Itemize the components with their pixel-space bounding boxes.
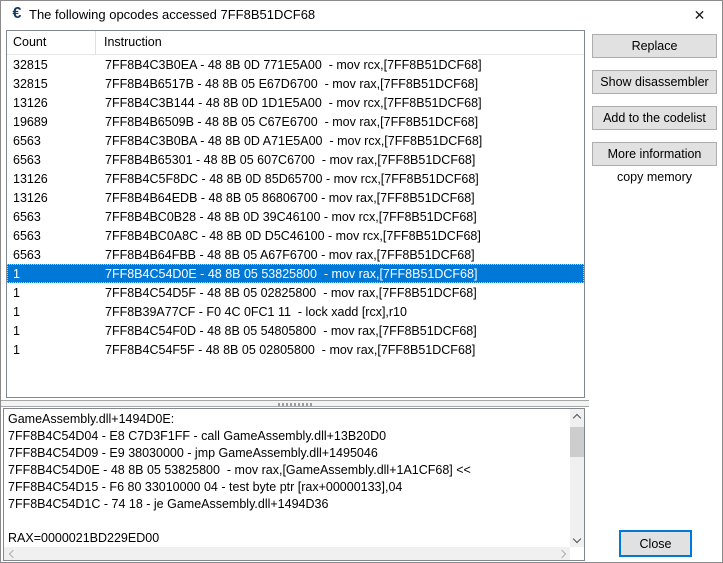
row-instruction: 7FF8B4C3B0EA - 48 8B 0D 771E5A00 - mov r… [96,58,482,72]
row-count: 13126 [7,172,96,186]
row-instruction: 7FF8B4C3B144 - 48 8B 0D 1D1E5A00 - mov r… [96,96,482,110]
table-row[interactable]: 17FF8B4C54F5F - 48 8B 05 02805800 - mov … [7,340,584,359]
scroll-right-button[interactable] [555,547,570,560]
titlebar: € The following opcodes accessed 7FF8B51… [1,1,722,29]
table-row[interactable]: 17FF8B4C54F0D - 48 8B 05 54805800 - mov … [7,321,584,340]
row-instruction: 7FF8B4B64EDB - 48 8B 05 86806700 - mov r… [96,191,475,205]
cheat-engine-icon: € [8,5,26,23]
scroll-left-button[interactable] [4,547,19,560]
scroll-up-button[interactable] [570,409,584,424]
window-title: The following opcodes accessed 7FF8B51DC… [29,7,315,22]
row-count: 32815 [7,77,96,91]
row-count: 1 [7,343,96,357]
scroll-down-button[interactable] [570,532,584,547]
row-count: 1 [7,305,96,319]
close-button[interactable]: Close [619,530,692,557]
row-instruction: 7FF8B4C54F0D - 48 8B 05 54805800 - mov r… [96,324,477,338]
close-icon: ✕ [694,7,706,24]
row-count: 6563 [7,229,96,243]
row-count: 1 [7,324,96,338]
row-count: 6563 [7,153,96,167]
disassembly-text: GameAssembly.dll+1494D0E:7FF8B4C54D04 - … [8,411,568,546]
table-row[interactable]: 65637FF8B4B65301 - 48 8B 05 607C6700 - m… [7,150,584,169]
column-header-instruction[interactable]: Instruction [96,31,162,54]
row-count: 19689 [7,115,96,129]
table-row[interactable]: 65637FF8B4BC0A8C - 48 8B 0D D5C46100 - m… [7,226,584,245]
disassembly-line: 7FF8B4C54D04 - E8 C7D3F1FF - call GameAs… [8,428,568,445]
row-instruction: 7FF8B4C54D0E - 48 8B 05 53825800 - mov r… [96,267,477,281]
table-row[interactable]: 328157FF8B4B6517B - 48 8B 05 E67D6700 - … [7,74,584,93]
row-count: 13126 [7,96,96,110]
row-instruction: 7FF8B4B64FBB - 48 8B 05 A67F6700 - mov r… [96,248,475,262]
table-row[interactable]: 196897FF8B4B6509B - 48 8B 05 C67E6700 - … [7,112,584,131]
table-row[interactable]: 17FF8B4C54D5F - 48 8B 05 02825800 - mov … [7,283,584,302]
row-count: 6563 [7,210,96,224]
splitter-grip-icon [278,403,312,406]
disassembly-line: 7FF8B4C54D09 - E9 38030000 - jmp GameAss… [8,445,568,462]
more-information-button[interactable]: More information [592,142,717,166]
table-row[interactable]: 131267FF8B4C3B144 - 48 8B 0D 1D1E5A00 - … [7,93,584,112]
row-count: 13126 [7,191,96,205]
row-instruction: 7FF8B4C5F8DC - 48 8B 0D 85D65700 - mov r… [96,172,479,186]
row-count: 6563 [7,134,96,148]
row-instruction: 7FF8B4C3B0BA - 48 8B 0D A71E5A00 - mov r… [96,134,482,148]
row-instruction: 7FF8B4BC0B28 - 48 8B 0D 39C46100 - mov r… [96,210,477,224]
row-instruction: 7FF8B4B6517B - 48 8B 05 E67D6700 - mov r… [96,77,478,91]
disassembly-line: 7FF8B4C54D0E - 48 8B 05 53825800 - mov r… [8,462,568,479]
table-row[interactable]: 65637FF8B4BC0B28 - 48 8B 0D 39C46100 - m… [7,207,584,226]
disassembly-line [8,513,568,530]
table-row[interactable]: 17FF8B39A77CF - F0 4C 0FC1 11 - lock xad… [7,302,584,321]
chevron-right-icon [557,549,565,557]
column-header-count[interactable]: Count [7,31,96,54]
close-window-button[interactable]: ✕ [677,1,722,29]
disassembly-horizontal-scrollbar[interactable] [4,547,570,560]
chevron-up-icon [573,414,581,422]
opcodes-accessed-dialog: € The following opcodes accessed 7FF8B51… [0,0,723,563]
table-row[interactable]: 328157FF8B4C3B0EA - 48 8B 0D 771E5A00 - … [7,55,584,74]
row-instruction: 7FF8B4BC0A8C - 48 8B 0D D5C46100 - mov r… [96,229,481,243]
row-instruction: 7FF8B4C54F5F - 48 8B 05 02805800 - mov r… [96,343,475,357]
row-count: 32815 [7,58,96,72]
table-row[interactable]: 65637FF8B4C3B0BA - 48 8B 0D A71E5A00 - m… [7,131,584,150]
row-instruction: 7FF8B39A77CF - F0 4C 0FC1 11 - lock xadd… [96,305,407,319]
disassembly-line: 7FF8B4C54D15 - F6 80 33010000 04 - test … [8,479,568,496]
table-row[interactable]: 65637FF8B4B64FBB - 48 8B 05 A67F6700 - m… [7,245,584,264]
chevron-down-icon [573,534,581,542]
row-count: 1 [7,267,96,281]
vertical-scrollbar-thumb[interactable] [570,427,584,457]
disassembly-line: 7FF8B4C54D1C - 74 18 - je GameAssembly.d… [8,496,568,513]
table-row[interactable]: 131267FF8B4C5F8DC - 48 8B 0D 85D65700 - … [7,169,584,188]
show-disassembler-button[interactable]: Show disassembler [592,70,717,94]
disassembly-panel: GameAssembly.dll+1494D0E:7FF8B4C54D04 - … [3,408,585,561]
row-count: 1 [7,286,96,300]
copy-memory-link[interactable]: copy memory [592,170,717,184]
opcode-list-header: Count Instruction [7,31,584,55]
disassembly-vertical-scrollbar[interactable] [570,409,584,547]
disassembly-line: RAX=0000021BD229ED00 [8,530,568,546]
row-instruction: 7FF8B4B6509B - 48 8B 05 C67E6700 - mov r… [96,115,478,129]
chevron-left-icon [8,549,16,557]
add-to-codelist-button[interactable]: Add to the codelist [592,106,717,130]
table-row[interactable]: 17FF8B4C54D0E - 48 8B 05 53825800 - mov … [7,264,584,283]
row-instruction: 7FF8B4B65301 - 48 8B 05 607C6700 - mov r… [96,153,475,167]
replace-button[interactable]: Replace [592,34,717,58]
row-count: 6563 [7,248,96,262]
opcode-list[interactable]: Count Instruction 328157FF8B4C3B0EA - 48… [6,30,585,398]
table-row[interactable]: 131267FF8B4B64EDB - 48 8B 05 86806700 - … [7,188,584,207]
opcode-list-rows: 328157FF8B4C3B0EA - 48 8B 0D 771E5A00 - … [7,55,584,359]
disassembly-line: GameAssembly.dll+1494D0E: [8,411,568,428]
row-instruction: 7FF8B4C54D5F - 48 8B 05 02825800 - mov r… [96,286,477,300]
